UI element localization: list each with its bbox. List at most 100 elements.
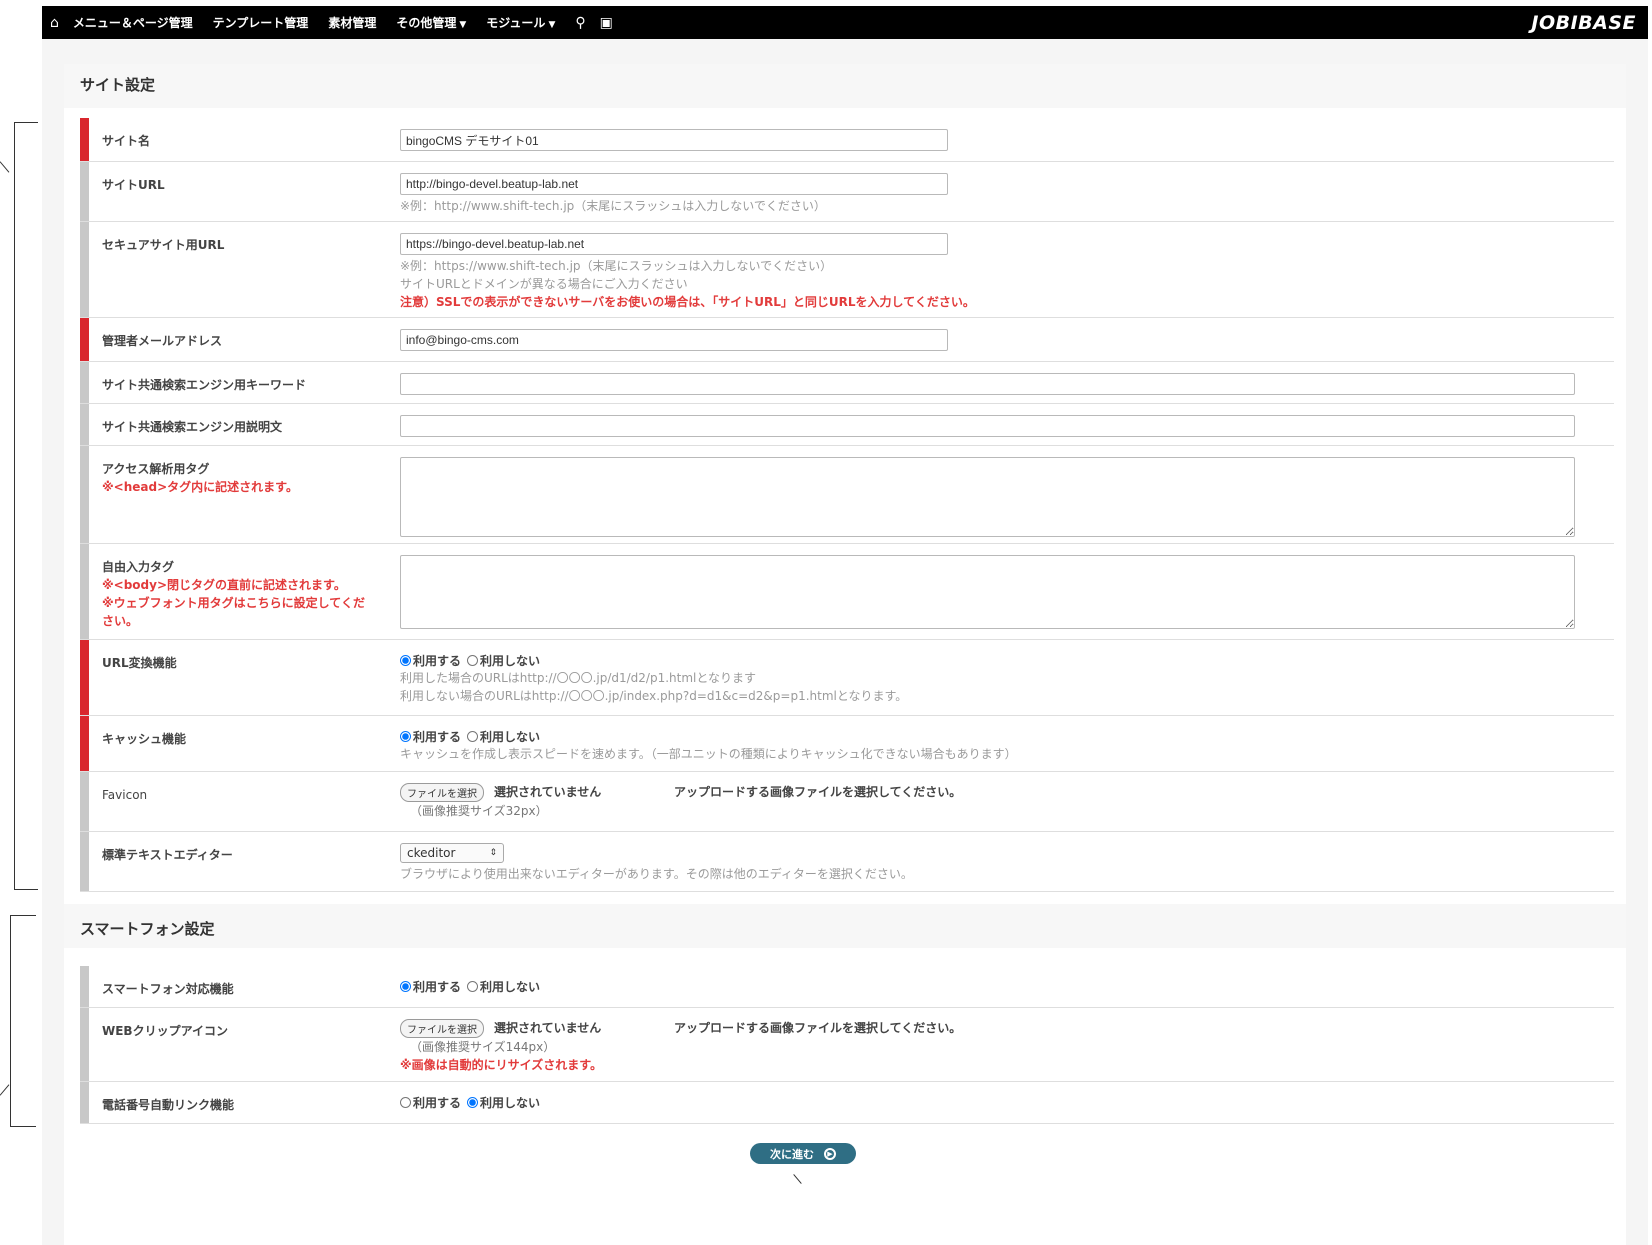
- site-name-label: サイト名: [102, 134, 151, 148]
- url-convert-nouse-label: 利用しない: [480, 653, 541, 668]
- editor-label: 標準テキストエディター: [102, 848, 233, 862]
- editor-select[interactable]: ckeditor ⇕: [400, 843, 504, 863]
- site-url-hint: ※例：http://www.shift-tech.jp（末尾にスラッシュは入力し…: [400, 199, 826, 213]
- url-convert-use-label: 利用する: [413, 653, 462, 668]
- tel-link-use-radio[interactable]: [400, 1096, 411, 1108]
- tel-link-nouse-radio[interactable]: [467, 1096, 479, 1108]
- row-free-tag: 自由入力タグ ※<body>閉じタグの直前に記述されます。 ※ウェブフォント用タ…: [80, 544, 1614, 640]
- tel-link-radio-group: 利用する 利用しない: [400, 1093, 1604, 1111]
- row-access-tag: アクセス解析用タグ ※<head>タグ内に記述されます。: [80, 446, 1614, 544]
- nav-material[interactable]: 素材管理: [328, 14, 376, 31]
- url-convert-nouse-radio[interactable]: [467, 654, 479, 666]
- tel-link-nouse-option[interactable]: 利用しない: [467, 1094, 540, 1111]
- url-convert-use-option[interactable]: 利用する: [400, 652, 461, 669]
- arrow-right-circle-icon: ▶: [824, 1147, 836, 1160]
- row-url-convert: URL変換機能 利用する 利用しない 利用した場合のURLはhttp://〇〇〇…: [80, 640, 1614, 716]
- sp-support-nouse-option[interactable]: 利用しない: [467, 978, 540, 995]
- sp-support-use-option[interactable]: 利用する: [400, 978, 461, 995]
- bracket-pointer: [0, 1084, 10, 1096]
- sp-support-nouse-radio[interactable]: [467, 980, 479, 992]
- row-sp-support: スマートフォン対応機能 利用する 利用しない: [80, 966, 1614, 1008]
- free-tag-label-block: 自由入力タグ ※<body>閉じタグの直前に記述されます。 ※ウェブフォント用タ…: [102, 558, 372, 630]
- web-clip-label: WEBクリップアイコン: [102, 1024, 228, 1038]
- nav-menu-page[interactable]: メニュー＆ページ管理: [73, 14, 193, 31]
- favicon-upload-note: アップロードする画像ファイルを選択してください。: [674, 785, 962, 799]
- row-site-name: サイト名: [80, 118, 1614, 162]
- site-url-label: サイトURL: [102, 178, 165, 192]
- web-clip-file-button[interactable]: ファイルを選択: [400, 1019, 484, 1038]
- seo-keyword-input[interactable]: [400, 373, 1575, 395]
- nav-other[interactable]: その他管理 ▼: [396, 14, 466, 31]
- cache-use-radio[interactable]: [400, 730, 411, 742]
- site-url-input[interactable]: [400, 173, 948, 195]
- secure-url-input[interactable]: [400, 233, 948, 255]
- sp-support-label: スマートフォン対応機能: [102, 982, 234, 996]
- favicon-file-button[interactable]: ファイルを選択: [400, 783, 484, 802]
- free-tag-textarea[interactable]: [400, 555, 1575, 629]
- row-secure-url: セキュアサイト用URL ※例：https://www.shift-tech.jp…: [80, 222, 1614, 318]
- web-clip-resize-note: ※画像は自動的にリサイズされます。: [400, 1058, 603, 1072]
- row-seo-description: サイト共通検索エンジン用説明文: [80, 404, 1614, 446]
- caret-down-icon: ▼: [548, 20, 556, 30]
- site-settings-bracket: [14, 122, 38, 890]
- row-web-clip: WEBクリップアイコン ファイルを選択 選択されていません アップロードする画像…: [80, 1008, 1614, 1082]
- row-admin-email: 管理者メールアドレス: [80, 318, 1614, 362]
- secure-url-hint-example: ※例：https://www.shift-tech.jp（末尾にスラッシュは入力…: [400, 259, 833, 273]
- site-settings-header: [64, 64, 1626, 108]
- cache-nouse-label: 利用しない: [480, 729, 541, 744]
- free-tag-note-body: ※<body>閉じタグの直前に記述されます。: [102, 578, 346, 592]
- cache-hint: キャッシュを作成し表示スピードを速めます。（一部ユニットの種類によりキャッシュ化…: [400, 747, 1017, 761]
- tel-link-use-option[interactable]: 利用する: [400, 1094, 461, 1111]
- seo-description-label: サイト共通検索エンジン用説明文: [102, 420, 283, 434]
- admin-email-input[interactable]: [400, 329, 948, 351]
- bracket-pointer: [0, 161, 10, 173]
- top-navigation-bar: ⌂ メニュー＆ページ管理 テンプレート管理 素材管理 その他管理 ▼ モジュール ▼…: [42, 6, 1648, 39]
- access-tag-label: アクセス解析用タグ: [102, 462, 210, 476]
- export-icon[interactable]: ▣: [600, 15, 613, 31]
- next-button-label: 次に進む: [770, 1147, 814, 1161]
- favicon-file-status: 選択されていません: [494, 785, 602, 799]
- nav-module-label: モジュール: [486, 16, 546, 30]
- smartphone-settings-header: [64, 904, 1626, 948]
- sp-support-radio-group: 利用する 利用しない: [400, 977, 1604, 995]
- cache-use-option[interactable]: 利用する: [400, 728, 461, 745]
- web-clip-file-status: 選択されていません: [494, 1021, 602, 1035]
- secure-url-warning: 注意）SSLでの表示ができないサーバをお使いの場合は、「サイトURL」と同じUR…: [400, 295, 975, 309]
- nav-module[interactable]: モジュール ▼: [486, 14, 555, 31]
- row-favicon: Favicon ファイルを選択 選択されていません アップロードする画像ファイル…: [80, 772, 1614, 832]
- url-convert-hint-use: 利用した場合のURLはhttp://〇〇〇.jp/d1/d2/p1.htmlとな…: [400, 671, 757, 685]
- site-settings-title: サイト設定: [80, 76, 156, 94]
- sp-support-nouse-label: 利用しない: [480, 979, 541, 994]
- web-clip-size-note: （画像推奨サイズ144px）: [410, 1040, 556, 1054]
- row-site-url: サイトURL ※例：http://www.shift-tech.jp（末尾にスラ…: [80, 162, 1614, 222]
- tel-link-nouse-label: 利用しない: [480, 1095, 541, 1110]
- secure-url-hint-domain: サイトURLとドメインが異なる場合にご入力ください: [400, 277, 688, 291]
- access-tag-label-block: アクセス解析用タグ ※<head>タグ内に記述されます。: [102, 460, 372, 496]
- sp-support-use-label: 利用する: [413, 979, 462, 994]
- site-name-input[interactable]: [400, 129, 948, 151]
- next-button[interactable]: 次に進む ▶: [750, 1143, 856, 1164]
- cache-nouse-option[interactable]: 利用しない: [467, 728, 540, 745]
- url-convert-hint-nouse: 利用しない場合のURLはhttp://〇〇〇.jp/index.php?d=d1…: [400, 689, 908, 703]
- favicon-label: Favicon: [102, 788, 148, 802]
- favicon-size-note: （画像推奨サイズ32px）: [410, 804, 548, 818]
- free-tag-label: 自由入力タグ: [102, 560, 175, 574]
- url-convert-label: URL変換機能: [102, 656, 177, 670]
- url-convert-nouse-option[interactable]: 利用しない: [467, 652, 540, 669]
- sp-support-use-radio[interactable]: [400, 980, 411, 992]
- admin-email-label: 管理者メールアドレス: [102, 334, 223, 348]
- home-icon[interactable]: ⌂: [50, 15, 59, 31]
- nav-template[interactable]: テンプレート管理: [213, 14, 309, 31]
- editor-select-value: ckeditor: [407, 846, 456, 860]
- brand-logo: JOBIBASE: [1531, 11, 1636, 34]
- cache-radio-group: 利用する 利用しない: [400, 727, 1604, 745]
- cache-nouse-radio[interactable]: [467, 730, 479, 742]
- cache-label: キャッシュ機能: [102, 732, 187, 746]
- url-convert-use-radio[interactable]: [400, 654, 411, 666]
- seo-description-input[interactable]: [400, 415, 1575, 437]
- web-clip-upload-note: アップロードする画像ファイルを選択してください。: [674, 1021, 962, 1035]
- nav-other-label: その他管理: [396, 16, 457, 30]
- access-tag-textarea[interactable]: [400, 457, 1575, 537]
- access-tag-note: ※<head>タグ内に記述されます。: [102, 480, 298, 494]
- search-icon[interactable]: ⚲: [575, 15, 585, 31]
